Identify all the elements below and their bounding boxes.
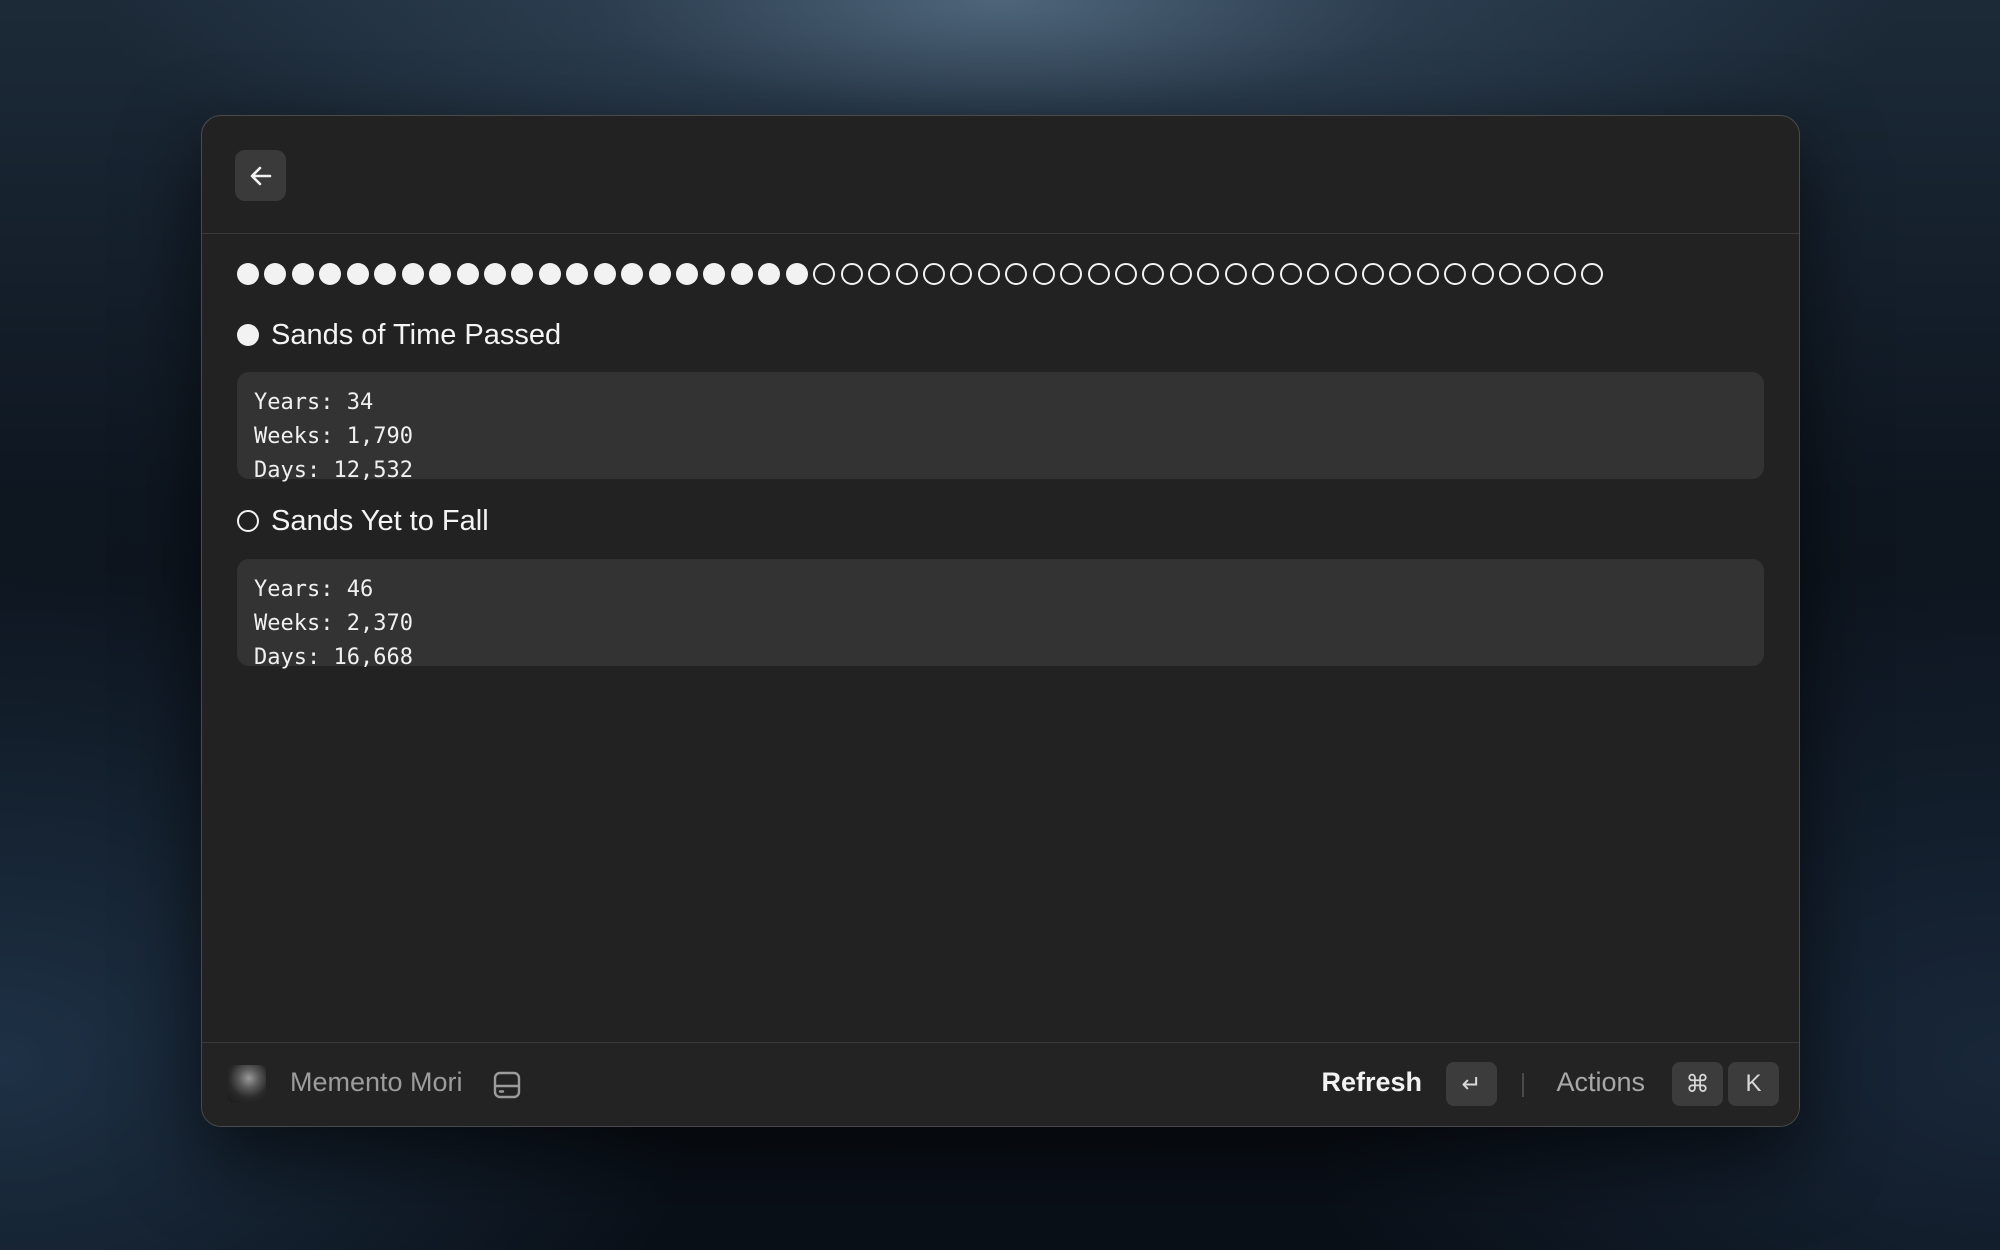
filled-dot [566,263,589,285]
empty-dot [977,263,1000,285]
empty-dot [1032,263,1055,285]
filled-circle-icon [237,324,259,346]
empty-dot [922,263,945,285]
empty-dot [868,263,891,285]
filled-dot [401,263,424,285]
empty-dot [1526,263,1549,285]
empty-dot [950,263,973,285]
stats-box-remaining: Years: 46 Weeks: 2,370 Days: 16,668 [237,559,1764,670]
empty-dot [1142,263,1165,285]
filled-dot [593,263,616,285]
k-key-hint[interactable]: K [1728,1062,1779,1106]
detail-content: Sands of Time Passed Years: 34 Weeks: 1,… [237,234,1764,670]
empty-dot [1197,263,1220,285]
header [202,116,1799,234]
arrow-left-icon [250,166,271,185]
passed-days: Days: 12,532 [254,458,413,483]
empty-dot [1581,263,1604,285]
stats-box-passed: Years: 34 Weeks: 1,790 Days: 12,532 [237,372,1764,483]
filled-dot [483,263,506,285]
empty-dot [1471,263,1494,285]
filled-dot [346,263,369,285]
remaining-years: Years: 46 [254,577,374,602]
command-key-hint[interactable]: ⌘ [1672,1062,1723,1106]
passed-weeks: Weeks: 1,790 [254,424,413,449]
filled-dot [429,263,452,285]
filled-dot [264,263,287,285]
empty-dot [1389,263,1412,285]
filled-dot [511,263,534,285]
filled-dot [730,263,753,285]
filled-dot [758,263,781,285]
empty-dot [1444,263,1467,285]
passed-years: Years: 34 [254,390,374,415]
filled-dot [374,263,397,285]
empty-circle-icon [237,510,259,532]
extension-name: Memento Mori [290,1067,463,1097]
filled-dot [291,263,314,285]
section-title-remaining-label: Sands Yet to Fall [271,504,489,537]
empty-dot [813,263,836,285]
empty-dot [1334,263,1357,285]
action-bar: Memento Mori Refresh ↵ Actions ⌘ K [202,1042,1799,1126]
filled-dot [456,263,479,285]
statue-avatar-icon [228,1065,266,1103]
empty-dot [840,263,863,285]
filled-dot [319,263,342,285]
empty-dot [1307,263,1330,285]
filled-dot [237,263,259,285]
remaining-weeks: Weeks: 2,370 [254,611,413,636]
back-button[interactable] [235,150,286,201]
empty-dot [1499,263,1522,285]
filled-dot [621,263,644,285]
empty-dot [1224,263,1247,285]
filled-dot [676,263,698,285]
section-title-passed-label: Sands of Time Passed [271,318,562,351]
empty-dot [895,263,918,285]
filled-dot [538,263,561,285]
empty-dot [1554,263,1576,285]
empty-dot [1005,263,1028,285]
section-title-passed: Sands of Time Passed [237,315,1764,355]
empty-dot [1115,263,1137,285]
filled-dot [785,263,808,285]
remaining-days: Days: 16,668 [254,645,413,670]
empty-dot [1279,263,1302,285]
filled-dot [703,263,726,285]
hard-drive-icon [493,1071,521,1099]
empty-dot [1169,263,1192,285]
filled-dot [648,263,671,285]
empty-dot [1060,263,1083,285]
empty-dot [1416,263,1439,285]
empty-dot [1087,263,1110,285]
actions-button[interactable]: Actions [1556,1067,1645,1098]
life-progress-dots [237,256,1764,292]
empty-dot [1252,263,1275,285]
footer-divider [1522,1073,1524,1097]
empty-dot [1361,263,1384,285]
section-title-remaining: Sands Yet to Fall [237,501,1764,541]
extension-window: Sands of Time Passed Years: 34 Weeks: 1,… [201,115,1800,1127]
refresh-button[interactable]: Refresh [1321,1067,1422,1098]
enter-key-hint[interactable]: ↵ [1446,1062,1497,1106]
